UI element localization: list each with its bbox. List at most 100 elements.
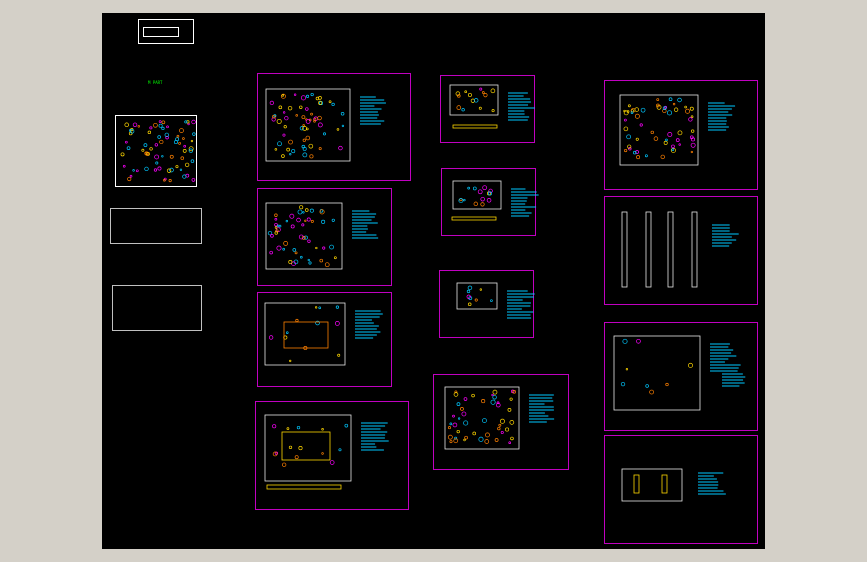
plate-hole: [322, 246, 326, 250]
plate-hole: [490, 399, 496, 405]
plate-hole: [335, 305, 339, 309]
ejector-pin: [667, 211, 674, 288]
plate-hole: [482, 185, 488, 191]
plate-hole: [508, 441, 511, 444]
plate-hole: [324, 262, 330, 268]
plate-hole: [666, 110, 673, 116]
cavity-pocket: [281, 431, 331, 461]
plate-hole: [295, 318, 299, 323]
plate-hole: [486, 198, 492, 203]
plate-hole: [509, 397, 513, 401]
plate-hole: [281, 462, 287, 467]
plate-hole: [688, 362, 693, 368]
plate-hole: [449, 422, 453, 426]
plate-hole: [688, 117, 693, 122]
plate-hole: [302, 152, 308, 158]
plate-hole: [478, 436, 484, 442]
plate-hole: [498, 423, 502, 427]
plate-hole: [317, 115, 322, 121]
plate-hole: [274, 148, 278, 151]
plate-hole: [473, 201, 478, 207]
plate-hole: [282, 111, 286, 114]
plate-hole: [649, 389, 654, 395]
plate-hole: [677, 130, 683, 136]
ejector-pin: [621, 211, 628, 288]
plate-hole: [331, 218, 335, 222]
plate-hole: [329, 460, 335, 465]
plate-hole: [509, 420, 515, 425]
plate-hole: [274, 213, 278, 217]
plate-hole: [318, 147, 322, 151]
plate-hole: [677, 97, 682, 103]
plate-hole: [499, 418, 505, 424]
plate-hole: [307, 258, 310, 262]
plate-hole: [276, 118, 282, 124]
plate-hole: [650, 130, 654, 135]
plate-hole: [630, 111, 634, 114]
plate-hole: [301, 235, 306, 240]
plate-hole: [283, 125, 287, 129]
plate-hole: [671, 144, 675, 149]
plate-hole: [467, 302, 472, 307]
cad-drawing-canvas[interactable]: M PART: [102, 13, 765, 549]
plate-hole: [329, 244, 334, 250]
plate-hole: [472, 186, 477, 191]
plate-hole: [678, 143, 681, 146]
plate-hole: [270, 234, 274, 238]
plate-hole: [321, 452, 324, 455]
plate-hole: [505, 427, 510, 432]
plate-hole: [285, 331, 289, 334]
plate-hole: [291, 149, 296, 154]
plate-hole: [282, 247, 285, 251]
plate-hole: [305, 119, 311, 124]
plate-hole: [306, 94, 310, 98]
plate-hole: [269, 100, 274, 106]
ejector-pin: [691, 211, 698, 288]
plate-hole: [295, 114, 298, 117]
plate-hole: [288, 139, 293, 145]
plate-hole: [302, 211, 305, 214]
plate-hole: [492, 395, 497, 400]
plate-hole: [491, 109, 495, 113]
plate-hole: [287, 105, 293, 111]
insert-outline: [621, 468, 683, 502]
plate-hole: [463, 198, 466, 202]
plate-hole: [656, 98, 660, 101]
plate-hole: [300, 255, 303, 259]
plate-hole: [466, 289, 471, 294]
plate-hole: [277, 141, 282, 147]
plate-hole: [635, 137, 639, 141]
plate-hole: [639, 123, 643, 127]
plate-hole: [660, 154, 665, 160]
plate-hole: [309, 208, 314, 213]
plate-outline: [264, 302, 346, 366]
plate-hole: [318, 306, 322, 310]
plate-hole: [634, 113, 640, 119]
plate-hole: [321, 428, 324, 431]
plate-hole: [494, 438, 499, 442]
plate-hole: [684, 105, 687, 109]
plate-hole: [333, 256, 337, 260]
plate-hole: [305, 135, 311, 141]
plate-hole: [313, 119, 316, 123]
plate-hole: [298, 446, 303, 451]
plate-hole: [310, 92, 314, 97]
plate-hole: [310, 112, 313, 116]
plate-hole: [507, 408, 512, 412]
plate-hole: [456, 429, 460, 434]
plate-hole: [447, 426, 451, 430]
plate-hole: [625, 368, 629, 371]
plate-hole: [690, 115, 694, 119]
plate-hole: [640, 107, 646, 113]
plate-hole: [668, 97, 673, 102]
plate-hole: [624, 148, 628, 153]
plate-hole: [294, 251, 298, 255]
plate-hole: [288, 445, 293, 449]
plate-hole: [653, 136, 659, 141]
plate-hole: [690, 150, 694, 154]
plate-hole: [456, 402, 461, 406]
plate-hole: [480, 202, 485, 207]
plate-hole: [481, 399, 486, 404]
plate-hole: [474, 298, 478, 302]
plate-hole: [302, 138, 306, 142]
